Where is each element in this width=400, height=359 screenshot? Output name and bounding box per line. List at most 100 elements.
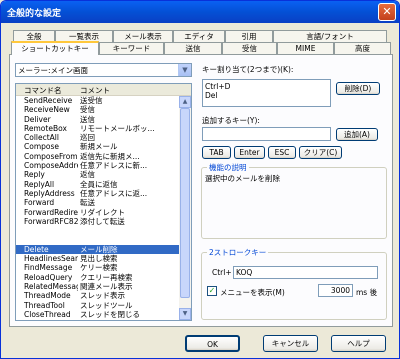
list-item[interactable]: SendReceive 送受信 [16,96,180,105]
command-name: ForwardRedirect [24,207,78,217]
list-item[interactable] [16,319,180,320]
description-title: 機能の説明 [207,162,249,173]
window-title: 全般的な設定 [7,9,62,19]
list-item[interactable]: Reply 返信 [16,170,180,179]
two-stroke-prefix-label: Ctrl+ [212,268,232,277]
command-comment: スレッド表示 [80,291,125,301]
command-comment: 全員に返信 [80,179,118,189]
list-item[interactable]: ThreadTool スレッドツール [16,301,180,310]
two-stroke-title: 2ストロークキー [207,247,269,258]
add-key-button[interactable]: 追加(A) [336,128,378,141]
tab-shortcut-keys[interactable]: ショートカットキー [11,41,99,55]
list-item[interactable]: Compose 新規メール [16,142,180,151]
key-assign-list[interactable]: Ctrl+D Del [202,79,331,107]
list-item[interactable]: ComposeFrom 返信先に新規メ... [16,152,180,161]
category-combo[interactable]: メーラー:メイン画面 ▼ [15,63,192,77]
command-comment: クエリー再検索 [80,272,133,282]
list-rows: SendReceive 送受信 ReceiveNew 受信 Deliver 送信 Remot… [16,96,180,320]
ok-button[interactable]: OK [185,335,240,352]
command-comment: 添付して転送 [80,216,125,226]
tab-key-button[interactable]: TAB [202,146,231,159]
list-item[interactable]: ComposeAddress任意アドレスに新... [16,161,180,170]
chevron-down-icon[interactable]: ▼ [178,64,191,76]
delete-key-button[interactable]: 削除(D) [336,82,380,95]
menu-delay-unit: ms 後 [356,288,378,297]
list-item[interactable] [16,235,180,244]
list-item[interactable]: ForwardRFC822 添付して転送 [16,217,180,226]
command-comment: メール削除 [80,244,118,254]
list-item[interactable]: ForwardRedirectリダイレクト [16,208,180,217]
command-name: FindMessage [24,263,73,273]
list-item[interactable]: CollectAll 巡回 [16,133,180,142]
clear-key-button[interactable]: クリア(C) [299,146,342,159]
command-list[interactable]: コマンド名 コメント SendReceive 送受信 ReceiveNew 受信 Del… [15,83,192,321]
command-comment: スレッドツール [80,300,133,310]
command-name: Compose [24,142,60,152]
esc-key-button[interactable]: ESC [268,146,296,159]
column-header-command[interactable]: コマンド名 [24,85,62,96]
menu-delay-input[interactable]: 3000 [318,284,353,297]
command-comment: 見出し検索 [80,254,118,264]
command-name: RelatedMessages [24,281,78,291]
command-name: SendReceive [24,96,73,105]
two-stroke-key-input[interactable]: KOQ [233,266,378,279]
list-item[interactable]: HeadlinesSearch見出し検索 [16,254,180,263]
title-bar: 全般的な設定 ✕ [1,1,399,23]
assigned-key-2[interactable]: Del [205,91,217,100]
settings-window: 全般的な設定 ✕ 全般 一覧表示 メール表示 エディタ 引用 言語/フォント シ… [0,0,400,359]
command-name: ForwardRFC822 [24,216,78,226]
two-stroke-key-value: KOQ [236,268,253,277]
scroll-thumb[interactable] [180,108,190,298]
list-item[interactable]: Deliver 送信 [16,115,180,124]
list-item[interactable]: RemoteBox リモートメールボッ... [16,124,180,133]
command-name: ReloadQuery [24,272,73,282]
command-comment: 返信 [80,170,95,180]
show-menu-checkbox[interactable]: ✓ [207,286,217,296]
command-comment: 任意アドレスに返... [80,188,148,198]
list-item[interactable]: ReplyAddress 任意アドレスに返... [16,189,180,198]
command-comment: リモートメールボッ... [80,123,155,133]
command-comment: リダイレクト [80,207,125,217]
list-item[interactable]: ReplyAll 全員に返信 [16,180,180,189]
list-item[interactable]: Delete メール削除 [16,244,180,255]
vertical-scrollbar[interactable]: ▲ ▼ [179,96,191,320]
command-comment: 返信先に新規メ... [80,151,140,161]
command-comment: スレッドを閉じる [80,309,140,319]
scroll-up-icon[interactable]: ▲ [179,96,191,108]
command-comment: 関連メール表示 [80,281,133,291]
list-item[interactable]: FindMessage ケリー検索 [16,263,180,272]
add-key-label: 追加するキー(Y): [202,116,260,125]
command-name: ComposeFrom [24,151,78,161]
list-item[interactable]: Forward 転送 [16,198,180,207]
enter-key-button[interactable]: Enter [234,146,265,159]
cancel-button[interactable]: キャンセル [263,335,318,352]
command-comment: ケリー検索 [80,263,118,273]
command-comment: 新規メール [80,142,118,152]
command-name: Delete [24,244,49,254]
list-item[interactable]: RelatedMessages関連メール表示 [16,282,180,291]
list-item[interactable] [16,226,180,235]
command-name: Reply [24,170,45,180]
command-name: RemoteBox [24,123,67,133]
command-name: HeadlinesSearch [24,254,78,264]
command-comment: 送信 [80,114,95,124]
add-key-input[interactable] [202,127,331,141]
description-group: 機能の説明 選択中のメールを削除 [201,162,387,239]
command-name: Deliver [24,114,51,124]
command-name: ComposeAddress [24,161,78,171]
command-comment: 巡回 [80,133,95,143]
list-item[interactable]: ThreadMode スレッド表示 [16,291,180,300]
command-name: Forward [24,198,55,208]
list-item[interactable]: ReceiveNew 受信 [16,105,180,114]
list-item[interactable]: CloseThread スレッドを閉じる [16,310,180,319]
show-menu-label[interactable]: メニューを表示(M) [220,287,285,298]
close-button[interactable]: ✕ [378,3,396,21]
list-item[interactable]: ReloadQuery クエリー再検索 [16,273,180,282]
command-name: ReplyAll [24,179,55,189]
command-comment: 任意アドレスに新... [80,161,148,171]
column-header-comment[interactable]: コメント [80,85,110,96]
scroll-down-icon[interactable]: ▼ [179,308,191,320]
assigned-key-1[interactable]: Ctrl+D [205,82,230,91]
help-button[interactable]: ヘルプ [331,335,386,352]
command-comment: 転送 [80,198,95,208]
